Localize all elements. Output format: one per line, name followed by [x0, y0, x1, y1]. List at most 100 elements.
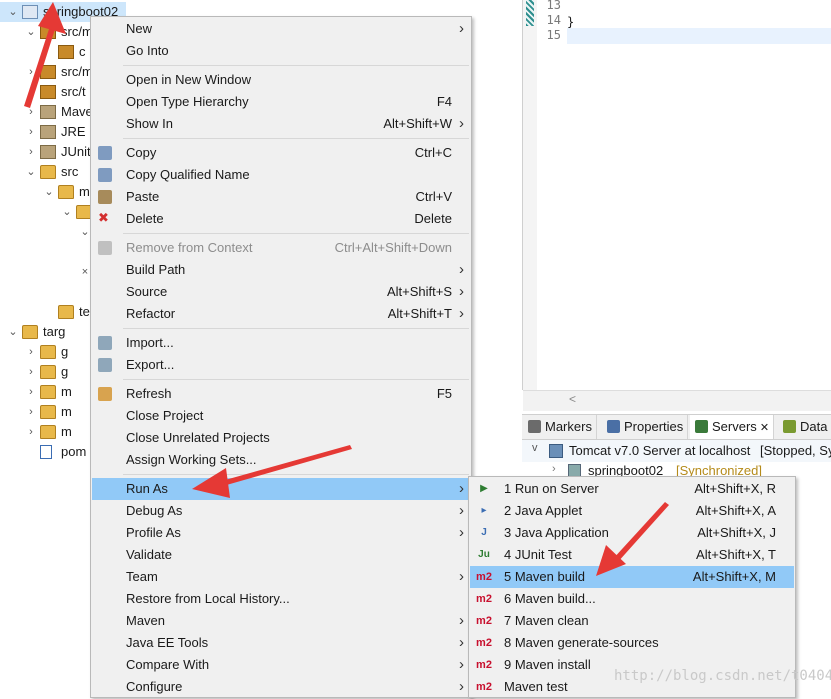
menu-item-go-into[interactable]: Go Into: [92, 40, 470, 62]
menu-item-new[interactable]: New ›: [92, 18, 470, 40]
menu-item-import[interactable]: Import...: [92, 332, 470, 354]
tree-item[interactable]: ⌄ targ: [0, 322, 90, 342]
menu-item-profile-as[interactable]: Profile As ›: [92, 522, 470, 544]
tree-item[interactable]: ⌄: [0, 202, 92, 222]
menu-item-delete[interactable]: ✖ Delete Delete: [92, 208, 470, 230]
tree-item[interactable]: ⌄: [0, 222, 90, 242]
tree-item[interactable]: › g: [0, 362, 90, 382]
submenu-arrow-icon: ›: [459, 115, 464, 132]
tree-item[interactable]: te: [0, 302, 90, 322]
submenu-item-7-maven-clean[interactable]: m2 7 Maven clean: [470, 610, 794, 632]
code-editor[interactable]: < 13 14} 15: [522, 0, 831, 411]
expanded-twisty-icon[interactable]: ⌄: [26, 22, 36, 42]
tree-item[interactable]: › m: [0, 422, 90, 442]
server-row[interactable]: v Tomcat v7.0 Server at localhost [Stopp…: [522, 440, 831, 462]
collapsed-twisty-icon[interactable]: ›: [26, 402, 36, 422]
tree-item[interactable]: › m: [0, 402, 90, 422]
scroll-left-icon[interactable]: <: [569, 392, 576, 406]
menu-item-configure[interactable]: Configure ›: [92, 676, 470, 698]
tab-properties[interactable]: Properties: [602, 415, 689, 439]
collapsed-twisty-icon[interactable]: ›: [26, 382, 36, 402]
tree-item[interactable]: › Mave: [0, 102, 93, 122]
menu-item-build-path[interactable]: Build Path ›: [92, 259, 470, 281]
collapsed-twisty-icon[interactable]: ›: [26, 142, 36, 162]
tree-item-label: src/m: [61, 64, 93, 79]
tab-servers[interactable]: Servers ✕: [690, 415, 775, 439]
submenu-item-2-java-applet[interactable]: ▸ 2 Java Applet Alt+Shift+X, A: [470, 500, 794, 522]
menu-item-open-type-hierarchy[interactable]: Open Type Hierarchy F4: [92, 91, 470, 113]
menu-item-close-unrelated-projects[interactable]: Close Unrelated Projects: [92, 427, 470, 449]
tree-item[interactable]: ⌄ src: [0, 162, 90, 182]
menu-separator: [123, 65, 469, 66]
menu-item-copy[interactable]: Copy Ctrl+C: [92, 142, 470, 164]
tree-item[interactable]: ×: [0, 262, 90, 282]
menu-item-team[interactable]: Team ›: [92, 566, 470, 588]
menu-item-maven[interactable]: Maven ›: [92, 610, 470, 632]
tree-item[interactable]: › JUnit: [0, 142, 91, 162]
menu-item-java-ee-tools[interactable]: Java EE Tools ›: [92, 632, 470, 654]
view-tab-bar: Markers Properties Servers ✕ Data: [522, 415, 831, 440]
submenu-item-1-run-on-server[interactable]: ▶ 1 Run on Server Alt+Shift+X, R: [470, 478, 794, 500]
menu-separator: [123, 379, 469, 380]
tab-markers[interactable]: Markers: [523, 415, 597, 439]
collapsed-twisty-icon[interactable]: ›: [26, 362, 36, 382]
menu-item-restore-from-local-history[interactable]: Restore from Local History...: [92, 588, 470, 610]
tree-item[interactable]: › m: [0, 382, 90, 402]
tree-item[interactable]: [0, 282, 90, 302]
submenu-item-3-java-application[interactable]: J 3 Java Application Alt+Shift+X, J: [470, 522, 794, 544]
expanded-twisty-icon[interactable]: ⌄: [8, 2, 18, 22]
markers-icon: [528, 420, 541, 433]
tree-item[interactable]: › g: [0, 342, 90, 362]
tree-item[interactable]: › src/t: [0, 82, 90, 102]
tree-item[interactable]: [0, 242, 90, 262]
menu-item-source[interactable]: Source Alt+Shift+S ›: [92, 281, 470, 303]
collapsed-twisty-icon[interactable]: ›: [26, 62, 36, 82]
menu-item-assign-working-sets[interactable]: Assign Working Sets...: [92, 449, 470, 471]
submenu-item-8-maven-generate-sources[interactable]: m2 8 Maven generate-sources: [470, 632, 794, 654]
collapse-twisty-icon[interactable]: ›: [552, 463, 556, 475]
menu-item-compare-with[interactable]: Compare With ›: [92, 654, 470, 676]
tree-item[interactable]: c: [0, 42, 90, 62]
expanded-twisty-icon[interactable]: ⌄: [80, 222, 90, 242]
menu-item-validate[interactable]: Validate: [92, 544, 470, 566]
submenu-item-4-junit-test[interactable]: Ju 4 JUnit Test Alt+Shift+X, T: [470, 544, 794, 566]
tree-item[interactable]: ⌄ src/m: [0, 22, 93, 42]
expanded-twisty-icon[interactable]: ⌄: [8, 322, 18, 342]
collapsed-twisty-icon[interactable]: ×: [80, 262, 90, 282]
submenu-item-6-maven-build[interactable]: m2 6 Maven build...: [470, 588, 794, 610]
collapsed-twisty-icon[interactable]: ›: [26, 82, 36, 102]
tree-item[interactable]: › JRE: [0, 122, 90, 142]
expanded-twisty-icon[interactable]: ⌄: [44, 182, 54, 202]
menu-item-refactor[interactable]: Refactor Alt+Shift+T ›: [92, 303, 470, 325]
menu-item-copy-qualified-name[interactable]: Copy Qualified Name: [92, 164, 470, 186]
menu-item-export[interactable]: Export...: [92, 354, 470, 376]
menu-item-show-in[interactable]: Show In Alt+Shift+W ›: [92, 113, 470, 135]
collapsed-twisty-icon[interactable]: ›: [26, 422, 36, 442]
code-line[interactable]: }: [567, 15, 574, 29]
expanded-twisty-icon[interactable]: ⌄: [26, 162, 36, 182]
menu-item-label: Run As: [126, 481, 168, 496]
submenu-item-label: 9 Maven install: [504, 657, 591, 672]
submenu-arrow-icon: ›: [459, 20, 464, 37]
menu-item-open-in-new-window[interactable]: Open in New Window: [92, 69, 470, 91]
tree-item[interactable]: pom: [0, 442, 90, 462]
folder-icon: [40, 405, 56, 419]
menu-item-refresh[interactable]: Refresh F5: [92, 383, 470, 405]
collapsed-twisty-icon[interactable]: ›: [26, 102, 36, 122]
submenu-item-5-maven-build[interactable]: m2 5 Maven build Alt+Shift+X, M: [470, 566, 794, 588]
menu-item-close-project[interactable]: Close Project: [92, 405, 470, 427]
menu-item-run-as[interactable]: Run As ›: [92, 478, 470, 500]
tree-item[interactable]: › src/m: [0, 62, 93, 82]
expanded-twisty-icon[interactable]: ⌄: [62, 202, 72, 222]
editor-horizontal-scrollbar[interactable]: <: [523, 390, 831, 411]
menu-item-debug-as[interactable]: Debug As ›: [92, 500, 470, 522]
collapsed-twisty-icon[interactable]: ›: [26, 122, 36, 142]
tab-data[interactable]: Data: [778, 415, 831, 439]
tree-item[interactable]: ⌄ m: [0, 182, 90, 202]
close-tab-icon[interactable]: ✕: [757, 422, 769, 434]
tab-label: Markers: [545, 419, 592, 434]
collapsed-twisty-icon[interactable]: ›: [26, 342, 36, 362]
import-icon: [98, 336, 112, 350]
menu-item-paste[interactable]: Paste Ctrl+V: [92, 186, 470, 208]
expand-twisty-icon[interactable]: v: [532, 442, 538, 454]
